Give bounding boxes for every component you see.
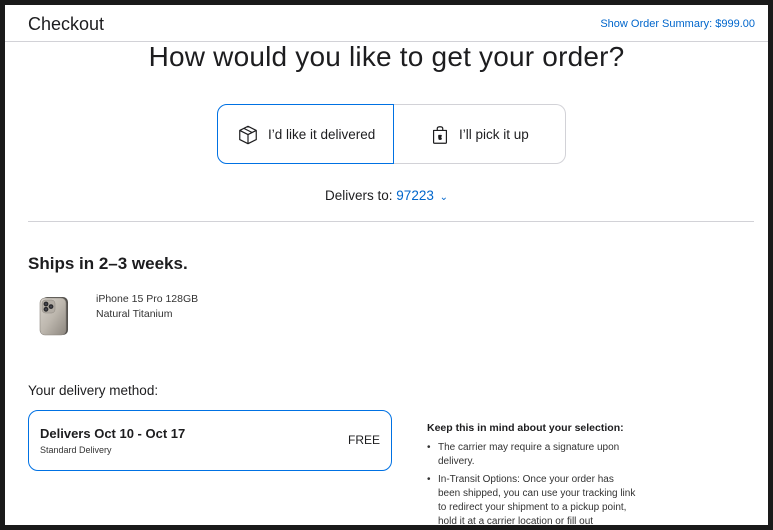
delivery-method-label: Your delivery method: — [28, 383, 159, 398]
show-order-summary-link[interactable]: Show Order Summary: $999.00 — [600, 18, 755, 30]
delivery-type-label: Standard Delivery — [40, 445, 112, 455]
pickup-option-button[interactable]: I’ll pick it up — [393, 104, 566, 164]
selection-notes: Keep this in mind about your selection: … — [427, 422, 637, 525]
checkout-window: Checkout Show Order Summary: $999.00 How… — [5, 5, 768, 525]
ships-in-heading: Ships in 2–3 weeks. — [28, 254, 188, 273]
zip-code-link[interactable]: 97223 — [396, 188, 434, 203]
chevron-down-icon[interactable]: ⌄ — [440, 192, 448, 203]
pickup-option-label: I’ll pick it up — [459, 127, 529, 142]
iphone-15-pro-image — [39, 297, 68, 336]
product-color: Natural Titanium — [96, 308, 173, 320]
delivery-option-button[interactable]: I’d like it delivered — [217, 104, 394, 164]
fulfillment-heading: How would you like to get your order? — [148, 41, 625, 72]
page-title: Checkout — [28, 14, 105, 34]
delivers-to-row: Delivers to: 97223 ⌄ — [5, 188, 768, 203]
list-item: In-Transit Options: Once your order has … — [427, 473, 637, 525]
apple-bag-icon — [432, 126, 448, 144]
delivery-date-range: Delivers Oct 10 - Oct 17 — [40, 426, 186, 441]
standard-delivery-option[interactable]: Delivers Oct 10 - Oct 17 Standard Delive… — [28, 410, 392, 471]
package-box-icon — [239, 125, 257, 145]
section-divider — [28, 221, 754, 222]
notes-list: The carrier may require a signature upon… — [427, 441, 637, 525]
header-bar: Checkout Show Order Summary: $999.00 — [5, 5, 768, 42]
delivery-option-label: I’d like it delivered — [268, 127, 376, 142]
notes-title: Keep this in mind about your selection: — [427, 422, 624, 434]
list-item: The carrier may require a signature upon… — [427, 441, 637, 469]
delivery-price: FREE — [347, 433, 380, 447]
product-name: iPhone 15 Pro 128GB — [96, 293, 199, 305]
delivers-to-label: Delivers to: — [325, 188, 393, 203]
